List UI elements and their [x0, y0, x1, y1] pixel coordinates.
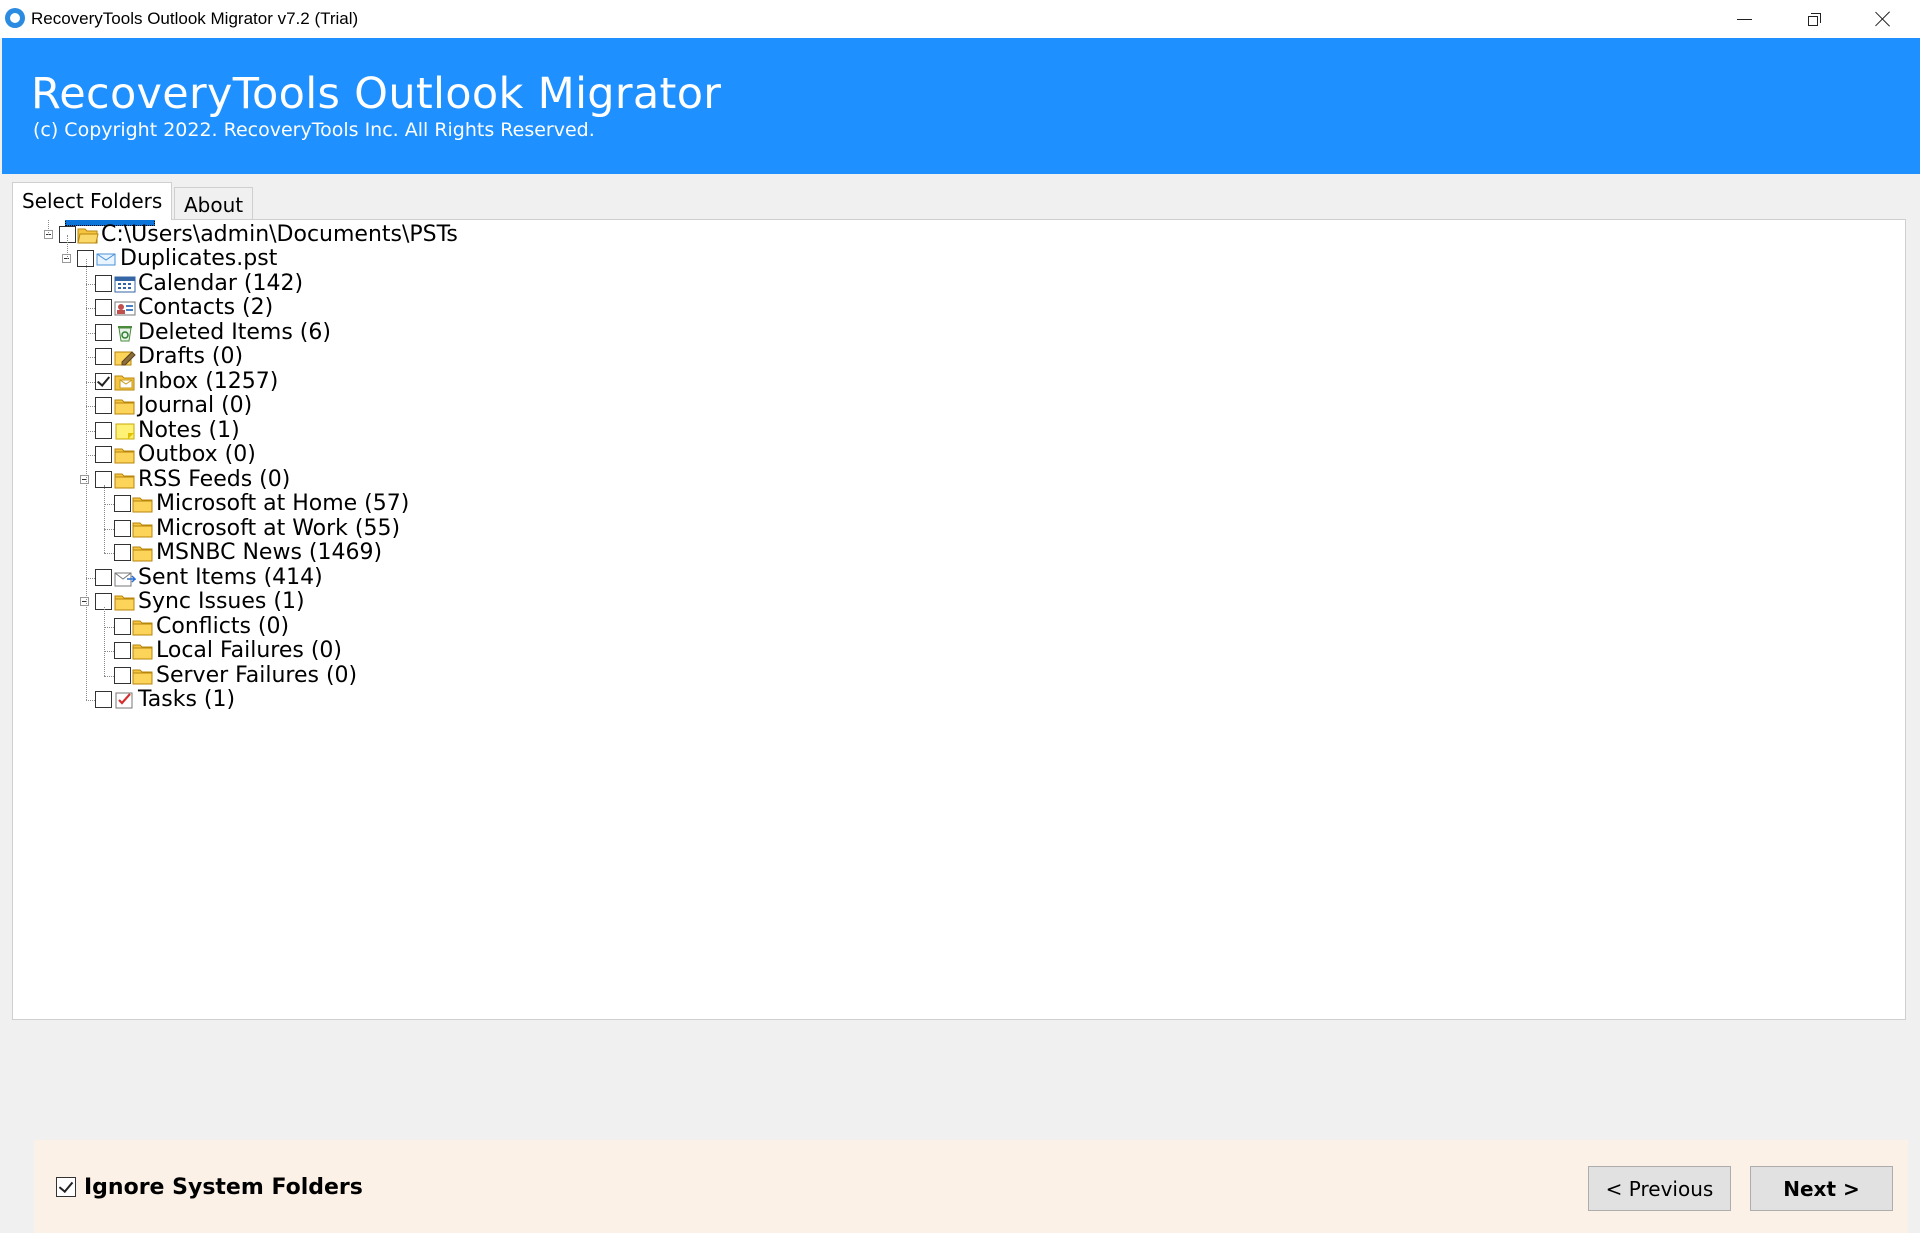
tree-connector	[86, 577, 95, 579]
tree-connector	[104, 528, 114, 530]
folder-checkbox[interactable]	[95, 691, 112, 708]
tree-connector	[104, 651, 114, 652]
folder-icon	[114, 593, 136, 611]
calendar-icon	[114, 275, 136, 293]
banner-title: RecoveryTools Outlook Migrator	[31, 69, 722, 119]
tree-item-label: Tasks (1)	[138, 687, 236, 712]
folder-checkbox[interactable]	[114, 544, 131, 561]
restore-icon	[1807, 12, 1821, 26]
close-icon	[1875, 11, 1891, 27]
folder-icon	[132, 520, 154, 538]
folder-checkbox[interactable]	[114, 642, 131, 659]
tree-connector	[86, 406, 95, 407]
window-title: RecoveryTools Outlook Migrator v7.2 (Tri…	[31, 9, 359, 28]
folder-checkbox[interactable]	[95, 372, 112, 390]
folder-checkbox[interactable]	[95, 274, 112, 292]
minimize-button[interactable]	[1709, 0, 1779, 38]
expand-collapse-icon[interactable]	[80, 474, 89, 484]
tree-connector	[86, 455, 95, 456]
drafts-icon	[114, 348, 136, 366]
notes-icon	[114, 422, 136, 440]
tree-connector	[86, 259, 87, 700]
previous-button[interactable]: < Previous	[1588, 1166, 1731, 1211]
folder-checkbox[interactable]	[95, 397, 112, 414]
folder-checkbox[interactable]	[95, 323, 112, 341]
folder-tree-panel: STL140C:\Users\admin\Documents\PSTsDupli…	[12, 198, 1908, 1233]
tree-connector	[104, 484, 105, 553]
tree-connector	[104, 607, 105, 676]
folder-icon	[132, 642, 154, 660]
folder-icon	[132, 544, 154, 562]
ignore-system-folders-checkbox[interactable]	[56, 1177, 76, 1197]
tree-connector	[104, 626, 114, 628]
tree-connector	[86, 357, 95, 358]
tree-connector	[86, 332, 95, 334]
folder-checkbox[interactable]	[95, 299, 112, 316]
next-button[interactable]: Next >	[1750, 1166, 1893, 1211]
contacts-icon	[114, 299, 136, 317]
folder-icon	[132, 667, 154, 685]
folder-icon	[114, 471, 136, 489]
banner-copyright: (c) Copyright 2022. RecoveryTools Inc. A…	[33, 119, 595, 141]
folder-checkbox[interactable]	[114, 495, 131, 512]
tree-connector	[86, 381, 95, 383]
tasks-icon	[114, 691, 136, 709]
folder-icon	[114, 446, 136, 464]
folder-open-icon	[77, 226, 99, 244]
folder-checkbox[interactable]	[114, 617, 131, 635]
tree-connector	[86, 283, 95, 285]
tree-connector	[86, 700, 95, 701]
inbox-icon	[114, 373, 136, 391]
tree-connector	[86, 308, 95, 309]
recycle-bin-icon	[114, 324, 136, 342]
app-icon	[5, 8, 25, 28]
folder-icon	[114, 397, 136, 415]
footer-bar: Ignore System Folders < Previous Next >	[34, 1140, 1908, 1233]
folder-checkbox[interactable]	[114, 519, 131, 537]
close-button[interactable]	[1848, 0, 1918, 38]
ignore-system-folders-label: Ignore System Folders	[84, 1175, 363, 1200]
tree-connector	[86, 430, 95, 432]
minimize-icon	[1736, 18, 1752, 20]
restore-button[interactable]	[1779, 0, 1849, 38]
header-banner: RecoveryTools Outlook Migrator (c) Copyr…	[2, 38, 1920, 174]
folder-checkbox[interactable]	[95, 446, 112, 463]
title-bar: RecoveryTools Outlook Migrator v7.2 (Tri…	[0, 0, 1920, 38]
tab-select-folders[interactable]: Select Folders	[12, 182, 173, 220]
folder-icon	[132, 495, 154, 513]
tree-connector	[67, 234, 68, 259]
expand-collapse-icon[interactable]	[80, 597, 89, 606]
tree-connector	[104, 675, 114, 677]
folder-checkbox[interactable]	[114, 666, 131, 684]
tree-connector	[104, 553, 114, 554]
tree-connector	[104, 504, 114, 505]
sent-items-icon	[114, 569, 137, 587]
folder-icon	[132, 618, 154, 636]
pst-file-icon	[95, 250, 117, 268]
folder-checkbox[interactable]	[95, 421, 112, 439]
tree-item-folder[interactable]: Tasks (1)	[13, 686, 913, 714]
folder-checkbox[interactable]	[95, 348, 112, 365]
folder-checkbox[interactable]	[95, 568, 112, 586]
